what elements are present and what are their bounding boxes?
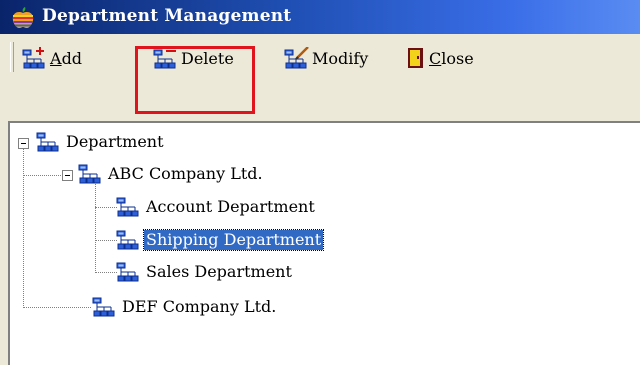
- collapse-toggle-root[interactable]: [18, 138, 29, 149]
- modify-button-label: Modify: [312, 48, 369, 68]
- department-management-window: Department Management Add Delete Modify: [0, 0, 640, 365]
- delete-button-label: Delete: [181, 48, 234, 68]
- modify-org-icon: [284, 47, 309, 69]
- tree-connector: [95, 272, 117, 273]
- org-chart-icon: [116, 230, 139, 250]
- org-chart-icon: [36, 132, 59, 152]
- add-button-label: Add: [50, 48, 83, 68]
- tree-node-sales-department[interactable]: Sales Department: [116, 261, 294, 283]
- tree-connector: [23, 175, 61, 176]
- tree-node-label: DEF Company Ltd.: [122, 297, 277, 316]
- close-button[interactable]: Close: [405, 42, 474, 74]
- tree-node-shipping-department[interactable]: Shipping Department: [116, 229, 325, 251]
- tree-node-abc-company[interactable]: ABC Company Ltd.: [78, 163, 265, 185]
- tree-node-label: Account Department: [146, 197, 315, 216]
- org-chart-icon: [78, 164, 101, 184]
- modify-button[interactable]: Modify: [284, 42, 368, 74]
- org-chart-icon: [116, 197, 139, 217]
- delete-button[interactable]: Delete: [153, 42, 234, 74]
- org-chart-icon: [92, 297, 115, 317]
- tree-connector: [23, 148, 24, 308]
- department-tree[interactable]: Department ABC Company Ltd. Account Depa…: [8, 121, 640, 365]
- collapse-toggle-abc[interactable]: [62, 170, 73, 181]
- org-chart-icon: [116, 262, 139, 282]
- tree-node-label-selected: Shipping Department: [142, 229, 325, 251]
- tree-node-account-department[interactable]: Account Department: [116, 196, 317, 218]
- window-title: Department Management: [42, 6, 292, 26]
- close-button-label: Close: [429, 48, 474, 68]
- tree-connector: [95, 180, 96, 273]
- add-org-icon: [22, 47, 45, 69]
- tree-connector: [23, 307, 91, 308]
- toolbar-grip[interactable]: [10, 42, 14, 72]
- tree-node-label: Department: [66, 132, 164, 151]
- tree-node-label: ABC Company Ltd.: [108, 164, 263, 183]
- exit-door-icon: [408, 48, 423, 68]
- add-button[interactable]: Add: [22, 42, 82, 74]
- tree-node-department[interactable]: Department: [36, 131, 166, 153]
- apple-logo-icon: [12, 7, 34, 28]
- tree-connector: [95, 207, 117, 208]
- tree-node-def-company[interactable]: DEF Company Ltd.: [92, 296, 278, 318]
- tree-connector: [95, 240, 117, 241]
- tree-node-label: Sales Department: [146, 262, 292, 281]
- delete-org-icon: [153, 49, 176, 69]
- title-bar[interactable]: Department Management: [0, 0, 640, 34]
